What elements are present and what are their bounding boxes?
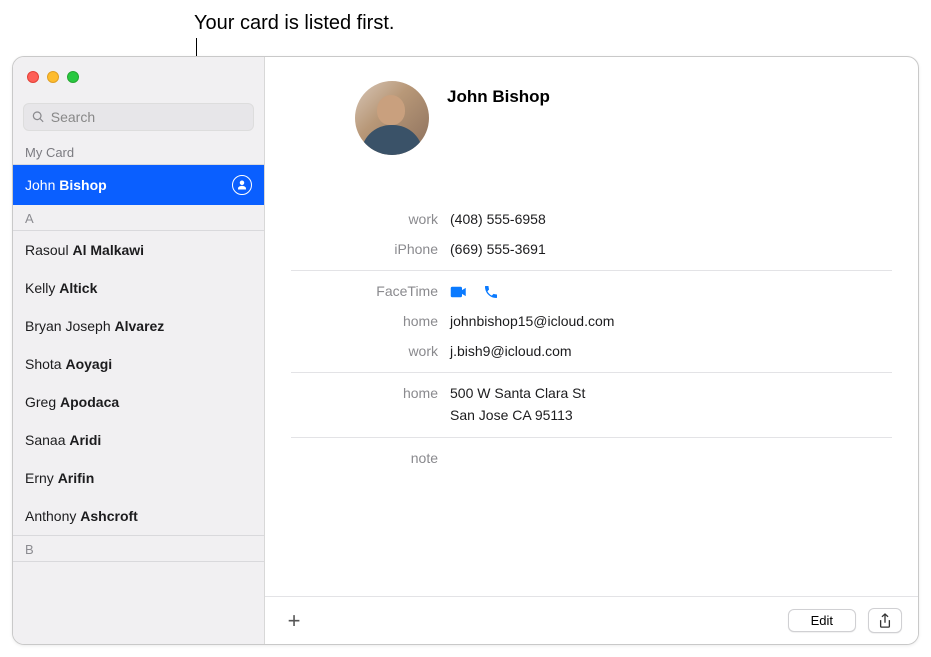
divider (291, 270, 892, 271)
list-item[interactable]: Bryan Joseph Alvarez (13, 307, 264, 345)
facetime-actions (450, 281, 892, 303)
fields: work (408) 555-6958 iPhone (669) 555-369… (265, 205, 918, 474)
mycard-section-header: My Card (13, 139, 264, 165)
phone-work-value[interactable]: (408) 555-6958 (450, 209, 892, 231)
email-home-row: home johnbishop15@icloud.com (291, 307, 892, 337)
detail-header: John Bishop (265, 57, 918, 155)
contacts-window: My Card John Bishop A Rasoul Al Malkawi … (12, 56, 919, 645)
email-work-row: work j.bish9@icloud.com (291, 337, 892, 367)
address-value[interactable]: 500 W Santa Clara St San Jose CA 95113 (450, 383, 892, 426)
mycard-name: John Bishop (25, 177, 107, 193)
field-label: work (291, 341, 438, 363)
divider (291, 372, 892, 373)
email-home-value[interactable]: johnbishop15@icloud.com (450, 311, 892, 333)
person-icon (236, 179, 248, 191)
search-field[interactable] (23, 103, 254, 131)
field-label: iPhone (291, 239, 438, 261)
edit-button[interactable]: Edit (788, 609, 856, 632)
sidebar-item-mycard[interactable]: John Bishop (13, 165, 264, 205)
field-label: work (291, 209, 438, 231)
search-wrap (13, 97, 264, 139)
bottom-toolbar: + Edit (265, 596, 918, 644)
list-item[interactable]: Kelly Altick (13, 269, 264, 307)
window-controls (13, 57, 264, 97)
phone-work-row: work (408) 555-6958 (291, 205, 892, 235)
note-row: note (291, 444, 892, 474)
list-item[interactable]: Shota Aoyagi (13, 345, 264, 383)
list-item[interactable]: Sanaa Aridi (13, 421, 264, 459)
phone-iphone-row: iPhone (669) 555-3691 (291, 235, 892, 265)
facetime-row: FaceTime (291, 277, 892, 307)
facetime-audio-icon[interactable] (482, 284, 500, 300)
field-label: FaceTime (291, 281, 438, 303)
contact-detail: John Bishop work (408) 555-6958 iPhone (… (265, 57, 918, 644)
list-item[interactable]: Anthony Ashcroft (13, 497, 264, 535)
list-item[interactable]: Erny Arifin (13, 459, 264, 497)
mycard-badge (232, 175, 252, 195)
field-label: home (291, 383, 438, 426)
note-value[interactable] (450, 448, 892, 470)
email-work-value[interactable]: j.bish9@icloud.com (450, 341, 892, 363)
right-actions: Edit (788, 608, 902, 633)
share-button[interactable] (868, 608, 902, 633)
facetime-video-icon[interactable] (450, 284, 468, 300)
list-item[interactable]: Rasoul Al Malkawi (13, 231, 264, 269)
search-icon (32, 110, 45, 124)
address-row: home 500 W Santa Clara St San Jose CA 95… (291, 379, 892, 430)
contact-name: John Bishop (447, 81, 550, 107)
sidebar: My Card John Bishop A Rasoul Al Malkawi … (13, 57, 265, 644)
avatar[interactable] (355, 81, 429, 155)
contact-list: Rasoul Al Malkawi Kelly Altick Bryan Jos… (13, 231, 264, 644)
field-label: note (291, 448, 438, 470)
section-letter-a: A (13, 205, 264, 231)
search-input[interactable] (51, 109, 245, 125)
section-letter-b: B (13, 535, 264, 562)
field-label: home (291, 311, 438, 333)
share-icon (878, 613, 892, 629)
divider (291, 437, 892, 438)
minimize-window-button[interactable] (47, 71, 59, 83)
close-window-button[interactable] (27, 71, 39, 83)
zoom-window-button[interactable] (67, 71, 79, 83)
phone-iphone-value[interactable]: (669) 555-3691 (450, 239, 892, 261)
add-contact-button[interactable]: + (281, 608, 307, 634)
callout-text: Your card is listed first. (194, 12, 394, 35)
plus-icon: + (288, 608, 301, 634)
list-item[interactable]: Greg Apodaca (13, 383, 264, 421)
